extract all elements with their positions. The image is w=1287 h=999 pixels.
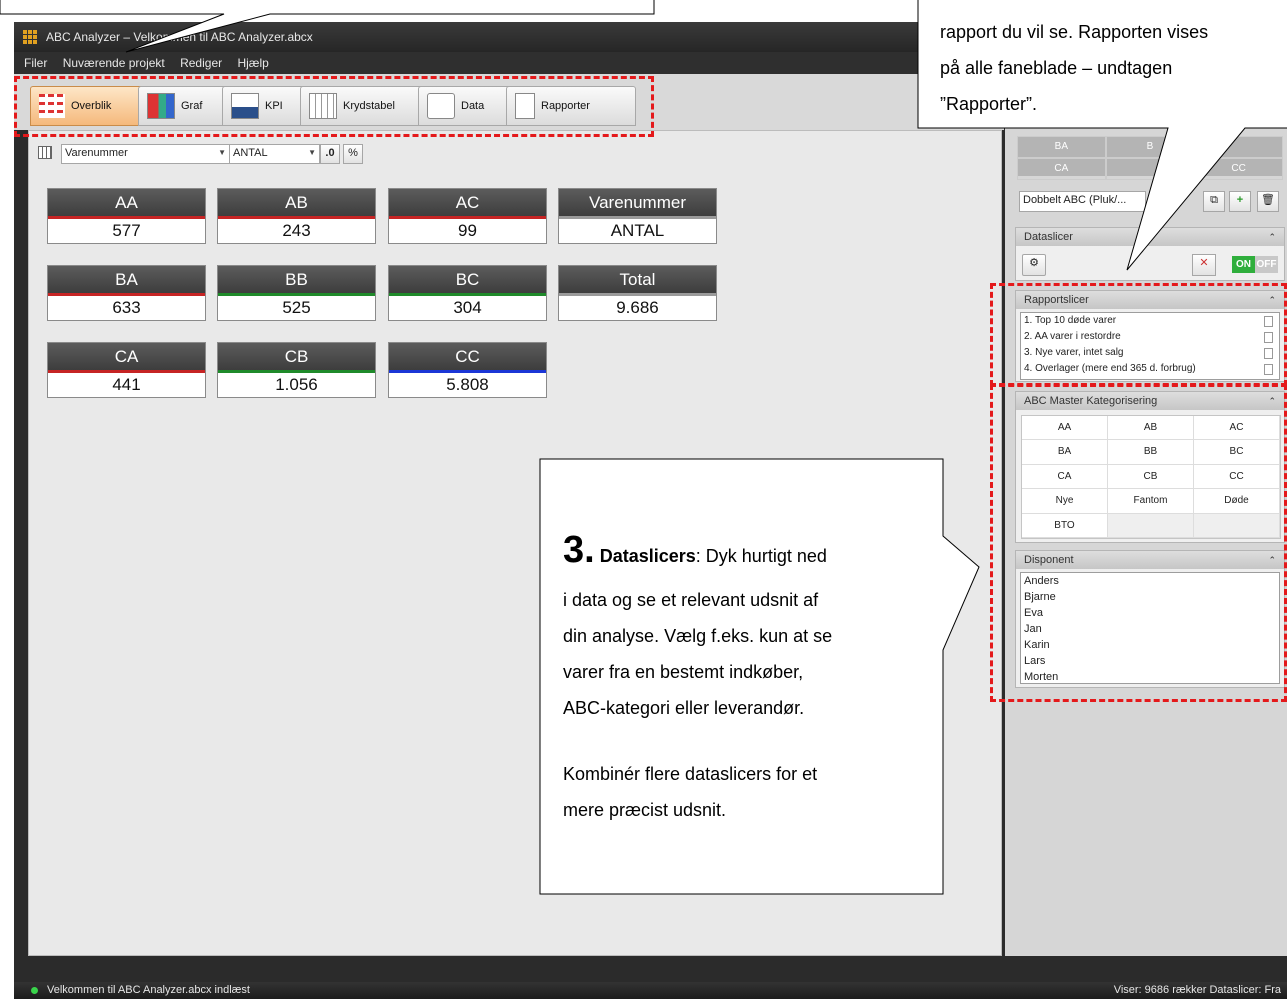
callout-line: ABC-kategori eller leverandør. (563, 698, 805, 718)
callout-number: 3. (563, 529, 595, 571)
callout-pointers (0, 0, 1287, 895)
callout-top-right-text: rapport du vil se. Rapporten vises på al… (940, 14, 1285, 122)
callout-line: på alle faneblade – undtagen (940, 58, 1173, 78)
callout-heading-line: 3. Dataslicers: Dyk hurtigt ned (563, 529, 941, 574)
callout-line: varer fra en bestemt indkøber, (563, 662, 804, 682)
callout-line: : Dyk hurtigt ned (695, 546, 827, 566)
callout-line: mere præcist udsnit. (563, 800, 727, 820)
callout-line: Kombinér flere dataslicers for et (563, 764, 818, 784)
callout-main-text: 3. Dataslicers: Dyk hurtigt ned i data o… (563, 529, 941, 828)
callout-line: ”Rapporter”. (940, 94, 1038, 114)
callout-line: din analyse. Vælg f.eks. kun at se (563, 626, 833, 646)
callout-heading: Dataslicers (599, 546, 696, 566)
callout-line: i data og se et relevant udsnit af (563, 590, 819, 610)
callout-top-left-shape (0, 0, 655, 53)
callout-line: rapport du vil se. Rapporten vises (940, 22, 1209, 42)
